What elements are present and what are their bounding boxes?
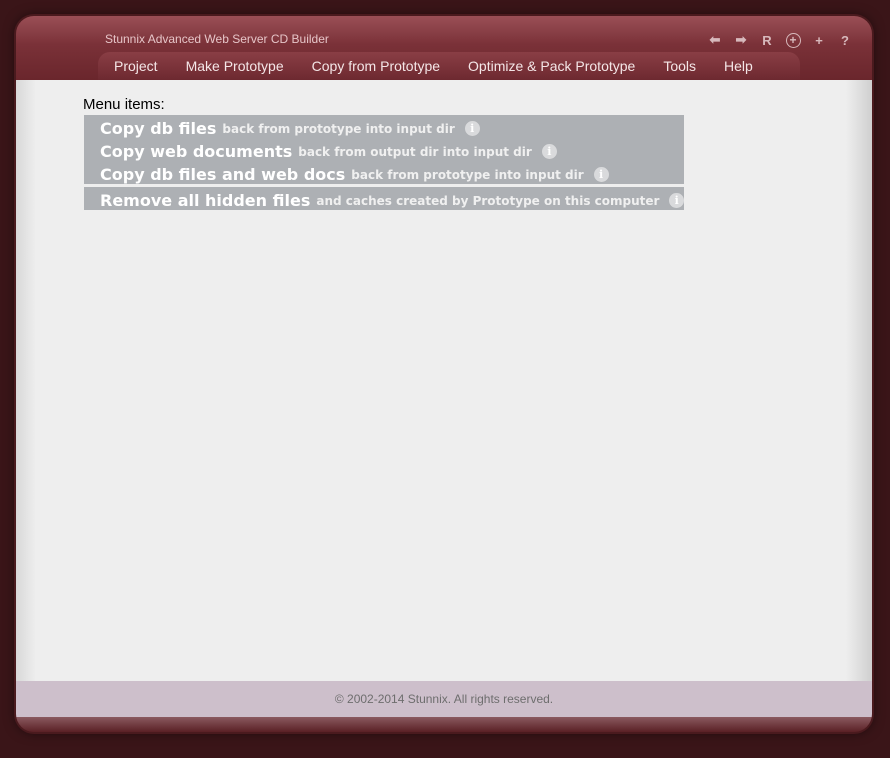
window-bottom-rim	[16, 717, 872, 732]
menu-copy-from-prototype[interactable]: Copy from Prototype	[312, 58, 440, 74]
menu-optimize-pack-prototype[interactable]: Optimize & Pack Prototype	[468, 58, 635, 74]
footer: © 2002-2014 Stunnix. All rights reserved…	[16, 681, 872, 717]
title-bar: Stunnix Advanced Web Server CD Builder ⬅…	[16, 16, 872, 80]
menu-items-group: Copy db files back from prototype into i…	[84, 115, 684, 184]
info-icon[interactable]: i	[541, 144, 557, 159]
menu-entry-copy-db-files[interactable]: Copy db files back from prototype into i…	[100, 117, 684, 140]
app-window: Stunnix Advanced Web Server CD Builder ⬅…	[16, 16, 872, 732]
app-title: Stunnix Advanced Web Server CD Builder	[105, 32, 329, 46]
back-arrow-icon[interactable]: ⬅	[702, 30, 728, 50]
menu-help[interactable]: Help	[724, 58, 753, 74]
help-icon[interactable]: ?	[832, 30, 858, 50]
entry-title: Remove all hidden files	[100, 191, 311, 210]
add-circle-glyph: +	[785, 32, 801, 48]
entry-description: back from prototype into input dir	[351, 167, 584, 182]
menu-entry-copy-web-documents[interactable]: Copy web documents back from output dir …	[100, 140, 684, 163]
reload-icon[interactable]: R	[754, 30, 780, 50]
menu-make-prototype[interactable]: Make Prototype	[186, 58, 284, 74]
entry-title: Copy db files	[100, 119, 217, 138]
title-toolbar: ⬅ ➡ R + + ?	[702, 30, 858, 50]
info-icon[interactable]: i	[464, 121, 480, 136]
main-content: Menu items: Copy db files back from prot…	[16, 80, 872, 681]
info-icon[interactable]: i	[593, 167, 609, 182]
entry-title: Copy db files and web docs	[100, 165, 346, 184]
entry-description: back from output dir into input dir	[298, 144, 532, 159]
menu-tools[interactable]: Tools	[663, 58, 696, 74]
menu-items-heading: Menu items:	[83, 96, 165, 113]
menu-items-group-cleanup: Remove all hidden files and caches creat…	[84, 187, 684, 210]
entry-description: back from prototype into input dir	[222, 121, 455, 136]
copyright-text: © 2002-2014 Stunnix. All rights reserved…	[334, 692, 554, 706]
add-circle-icon[interactable]: +	[780, 30, 806, 50]
menu-entry-remove-hidden-files[interactable]: Remove all hidden files and caches creat…	[100, 189, 684, 212]
plus-icon[interactable]: +	[806, 30, 832, 50]
entry-description: and caches created by Prototype on this …	[316, 193, 660, 208]
forward-arrow-icon[interactable]: ➡	[728, 30, 754, 50]
menu-project[interactable]: Project	[114, 58, 158, 74]
info-icon[interactable]: i	[669, 193, 684, 208]
menu-entry-copy-db-files-and-web-docs[interactable]: Copy db files and web docs back from pro…	[100, 163, 684, 186]
main-menu-bar: Project Make Prototype Copy from Prototy…	[98, 52, 800, 80]
entry-title: Copy web documents	[100, 142, 293, 161]
